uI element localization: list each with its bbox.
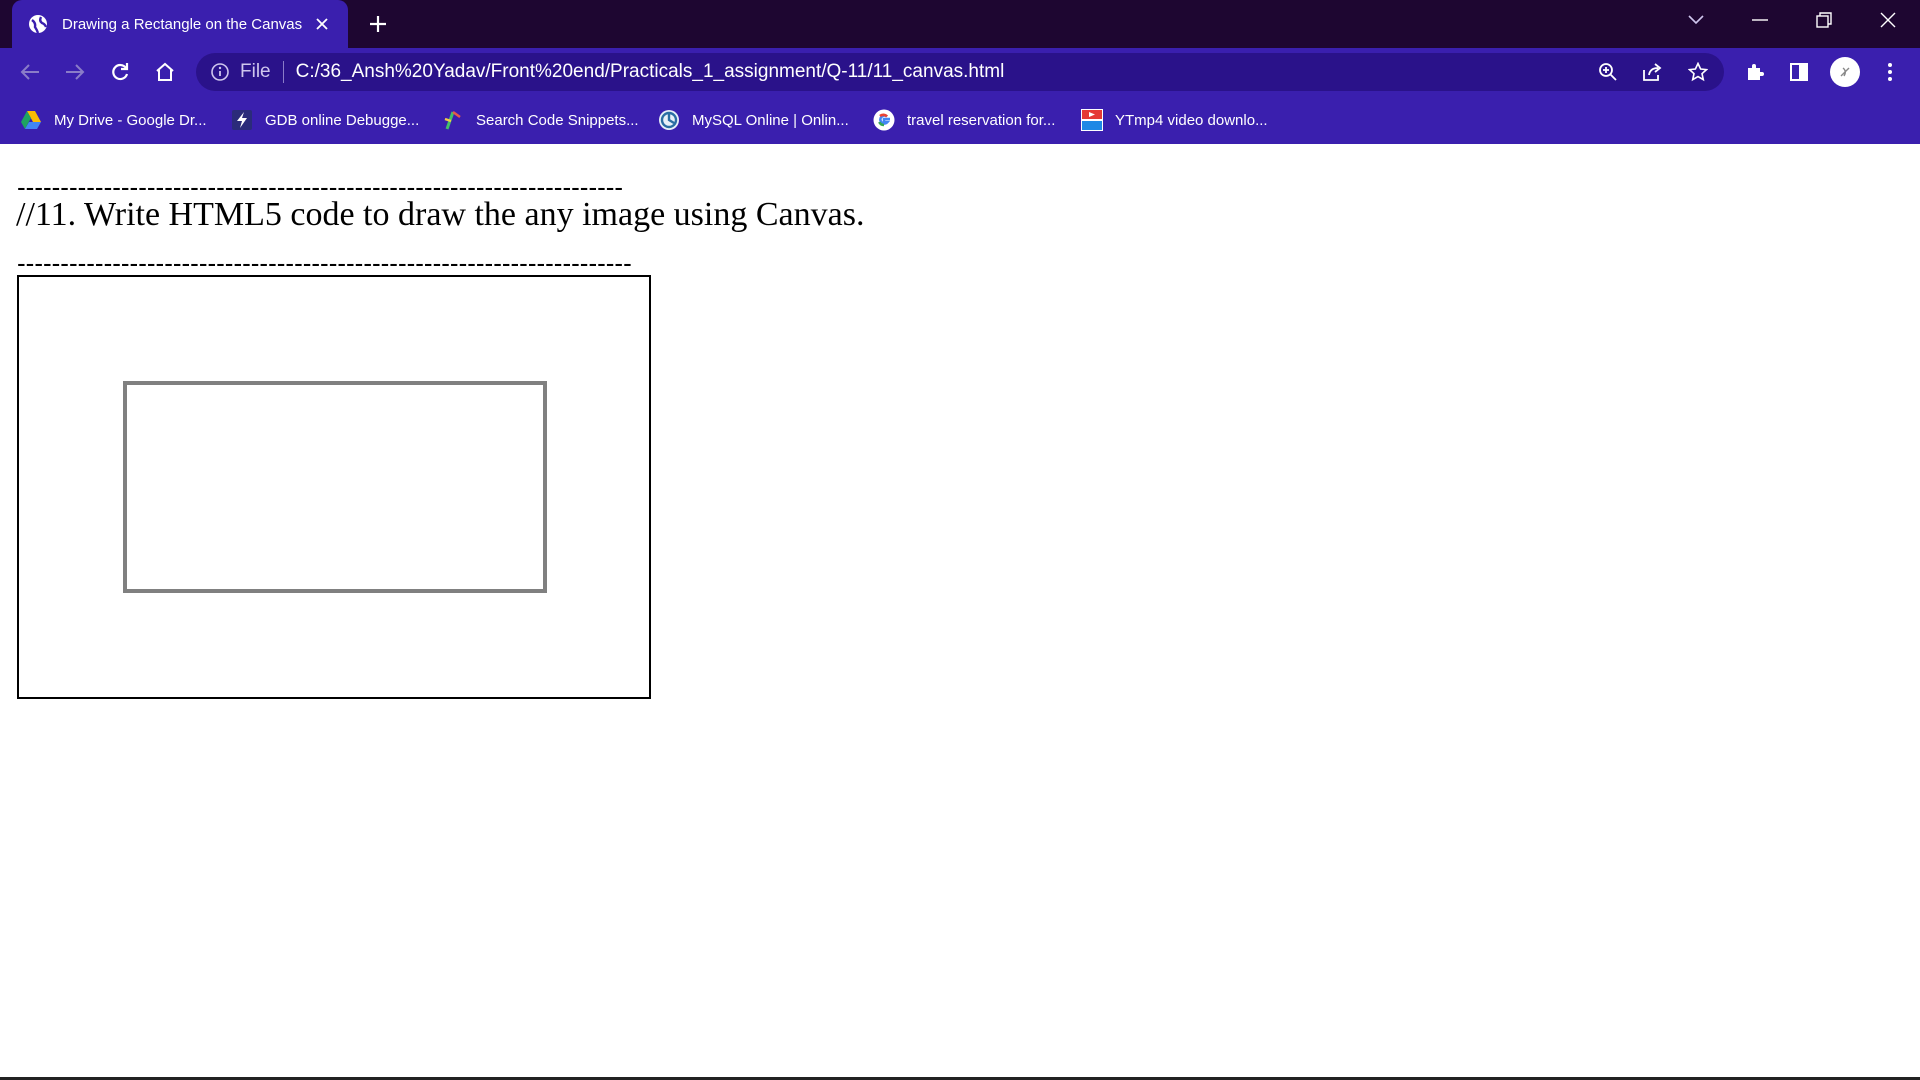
address-bar[interactable]: File C:/36_Ansh%20Yadav/Front%20end/Prac…: [196, 53, 1724, 91]
home-icon[interactable]: [149, 56, 181, 88]
info-icon[interactable]: [210, 62, 230, 82]
zoom-icon[interactable]: [1592, 56, 1624, 88]
close-tab-icon[interactable]: [310, 12, 334, 36]
url-text[interactable]: C:/36_Ansh%20Yadav/Front%20end/Practical…: [296, 61, 1005, 83]
tab-strip: Drawing a Rectangle on the Canvas: [0, 0, 1920, 48]
minimize-icon[interactable]: [1730, 0, 1790, 40]
bookmark-travel-reservation[interactable]: travel reservation for...: [873, 108, 1055, 132]
bookmarks-bar: My Drive - Google Dr... GDB online Debug…: [0, 96, 1920, 144]
bookmark-label: GDB online Debugge...: [265, 111, 420, 129]
google-drive-icon: [20, 109, 42, 131]
share-icon[interactable]: [1637, 56, 1669, 88]
side-panel-icon[interactable]: [1783, 56, 1815, 88]
reload-icon[interactable]: [104, 56, 136, 88]
drawn-rectangle: [123, 381, 547, 593]
bookmark-label: MySQL Online | Onlin...: [692, 111, 849, 129]
bookmark-label: My Drive - Google Dr...: [54, 111, 207, 129]
bookmark-code-snippets[interactable]: Search Code Snippets...: [442, 108, 639, 132]
ytmp4-icon: [1081, 109, 1103, 131]
tab-search-chevron-icon[interactable]: [1666, 0, 1726, 40]
profile-avatar-icon[interactable]: [1830, 57, 1860, 87]
mysql-icon: [658, 109, 680, 131]
file-scheme-label: File: [240, 61, 271, 82]
forward-arrow-icon[interactable]: [59, 56, 91, 88]
browser-tab[interactable]: Drawing a Rectangle on the Canvas: [12, 0, 348, 48]
bookmark-label: YTmp4 video downlo...: [1115, 111, 1268, 129]
menu-kebab-icon[interactable]: [1874, 56, 1906, 88]
omnibox-actions: [1592, 56, 1714, 88]
page-heading: //11. Write HTML5 code to draw the any i…: [16, 196, 865, 233]
star-bookmark-icon[interactable]: [1682, 56, 1714, 88]
browser-toolbar: File C:/36_Ansh%20Yadav/Front%20end/Prac…: [0, 48, 1920, 96]
new-tab-plus-icon[interactable]: [364, 10, 392, 38]
drawing-canvas[interactable]: [17, 275, 651, 699]
bookmark-google-drive[interactable]: My Drive - Google Dr...: [20, 108, 207, 132]
bookmark-label: Search Code Snippets...: [476, 111, 639, 129]
page-content: ----------------------------------------…: [0, 144, 1920, 1078]
bookmark-label: travel reservation for...: [907, 111, 1056, 129]
tab-title: Drawing a Rectangle on the Canvas: [62, 15, 303, 33]
code-snippets-icon: [442, 109, 464, 131]
bookmark-mysql-online[interactable]: MySQL Online | Onlin...: [658, 108, 849, 132]
omnibox-separator: [282, 61, 284, 83]
extensions-puzzle-icon[interactable]: [1739, 56, 1771, 88]
bookmark-ytmp4[interactable]: YTmp4 video downlo...: [1081, 108, 1268, 132]
close-window-icon[interactable]: [1858, 0, 1918, 40]
google-icon: [873, 109, 895, 131]
restore-icon[interactable]: [1794, 0, 1854, 40]
globe-icon: [28, 14, 48, 34]
back-arrow-icon[interactable]: [14, 56, 46, 88]
gdb-icon: [231, 109, 253, 131]
divider-bottom: ----------------------------------------…: [17, 248, 632, 278]
bookmark-gdb-online[interactable]: GDB online Debugge...: [231, 108, 419, 132]
